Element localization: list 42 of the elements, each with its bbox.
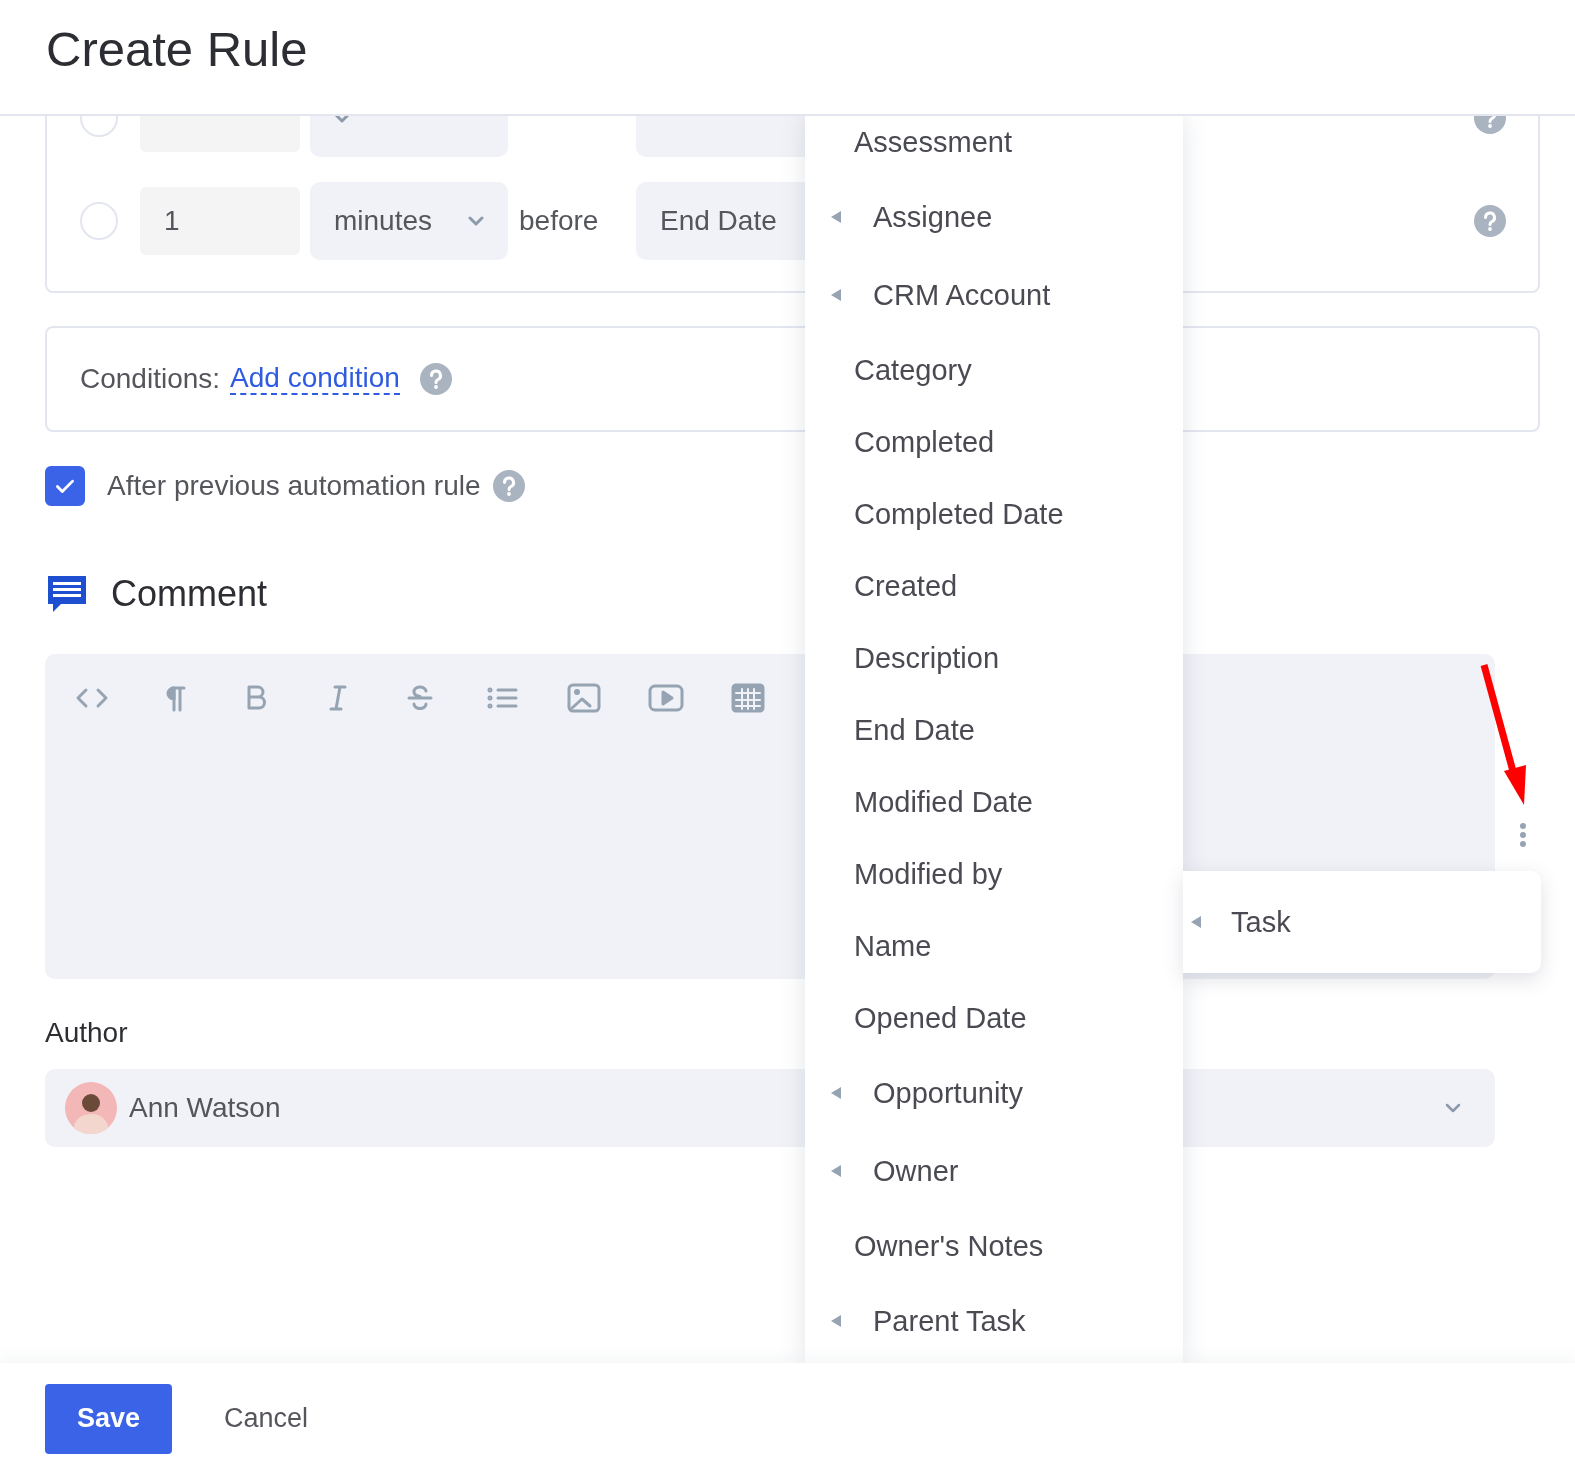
avatar xyxy=(65,1082,117,1134)
menu-item[interactable]: Assessment xyxy=(805,116,1183,178)
author-label: Author xyxy=(45,1017,128,1049)
menu-item[interactable]: Completed Date xyxy=(805,478,1183,550)
add-condition-link[interactable]: Add condition xyxy=(230,362,400,396)
caret-icon xyxy=(1191,916,1201,928)
radio-button[interactable] xyxy=(80,202,118,240)
caret-icon xyxy=(831,1165,841,1177)
cancel-button[interactable]: Cancel xyxy=(224,1403,309,1434)
menu-item[interactable]: Description xyxy=(805,622,1183,694)
save-button[interactable]: Save xyxy=(45,1383,172,1454)
chevron-down-icon xyxy=(1445,1103,1461,1113)
checkbox-label: After previous automation rule xyxy=(107,470,481,502)
checkbox[interactable] xyxy=(45,466,85,506)
menu-item[interactable]: Completed xyxy=(805,406,1183,478)
caret-icon xyxy=(831,211,841,223)
menu-item[interactable]: Opened Date xyxy=(805,982,1183,1054)
page-title: Create Rule xyxy=(46,21,308,77)
relation-text: before xyxy=(518,205,600,237)
help-icon[interactable] xyxy=(419,363,452,395)
menu-item[interactable]: Modified Date xyxy=(805,766,1183,838)
menu-item[interactable]: Task xyxy=(1183,905,1291,939)
section-title: Comment xyxy=(111,573,268,615)
unit-select[interactable]: minutes xyxy=(310,182,508,260)
caret-icon xyxy=(831,1315,841,1327)
more-options-icon[interactable] xyxy=(1519,822,1527,848)
conditions-label: Conditions: xyxy=(80,363,221,395)
caret-icon xyxy=(831,1087,841,1099)
author-name: Ann Watson xyxy=(129,1092,281,1124)
menu-item[interactable]: Owner's Notes xyxy=(805,1210,1183,1282)
menu-item[interactable]: Category xyxy=(805,334,1183,406)
menu-item[interactable]: End Date xyxy=(805,694,1183,766)
chevron-down-icon xyxy=(468,216,484,226)
menu-item[interactable]: Modified by xyxy=(805,838,1183,910)
amount-field[interactable]: 1 xyxy=(140,187,300,255)
caret-icon xyxy=(831,289,841,301)
chevron-down-icon xyxy=(334,116,350,123)
menu-item[interactable]: Created xyxy=(805,550,1183,622)
menu-item[interactable]: Name xyxy=(805,910,1183,982)
help-icon[interactable] xyxy=(1474,205,1506,237)
menu-item[interactable]: Parent Task xyxy=(805,1282,1183,1360)
help-icon[interactable] xyxy=(492,470,525,502)
